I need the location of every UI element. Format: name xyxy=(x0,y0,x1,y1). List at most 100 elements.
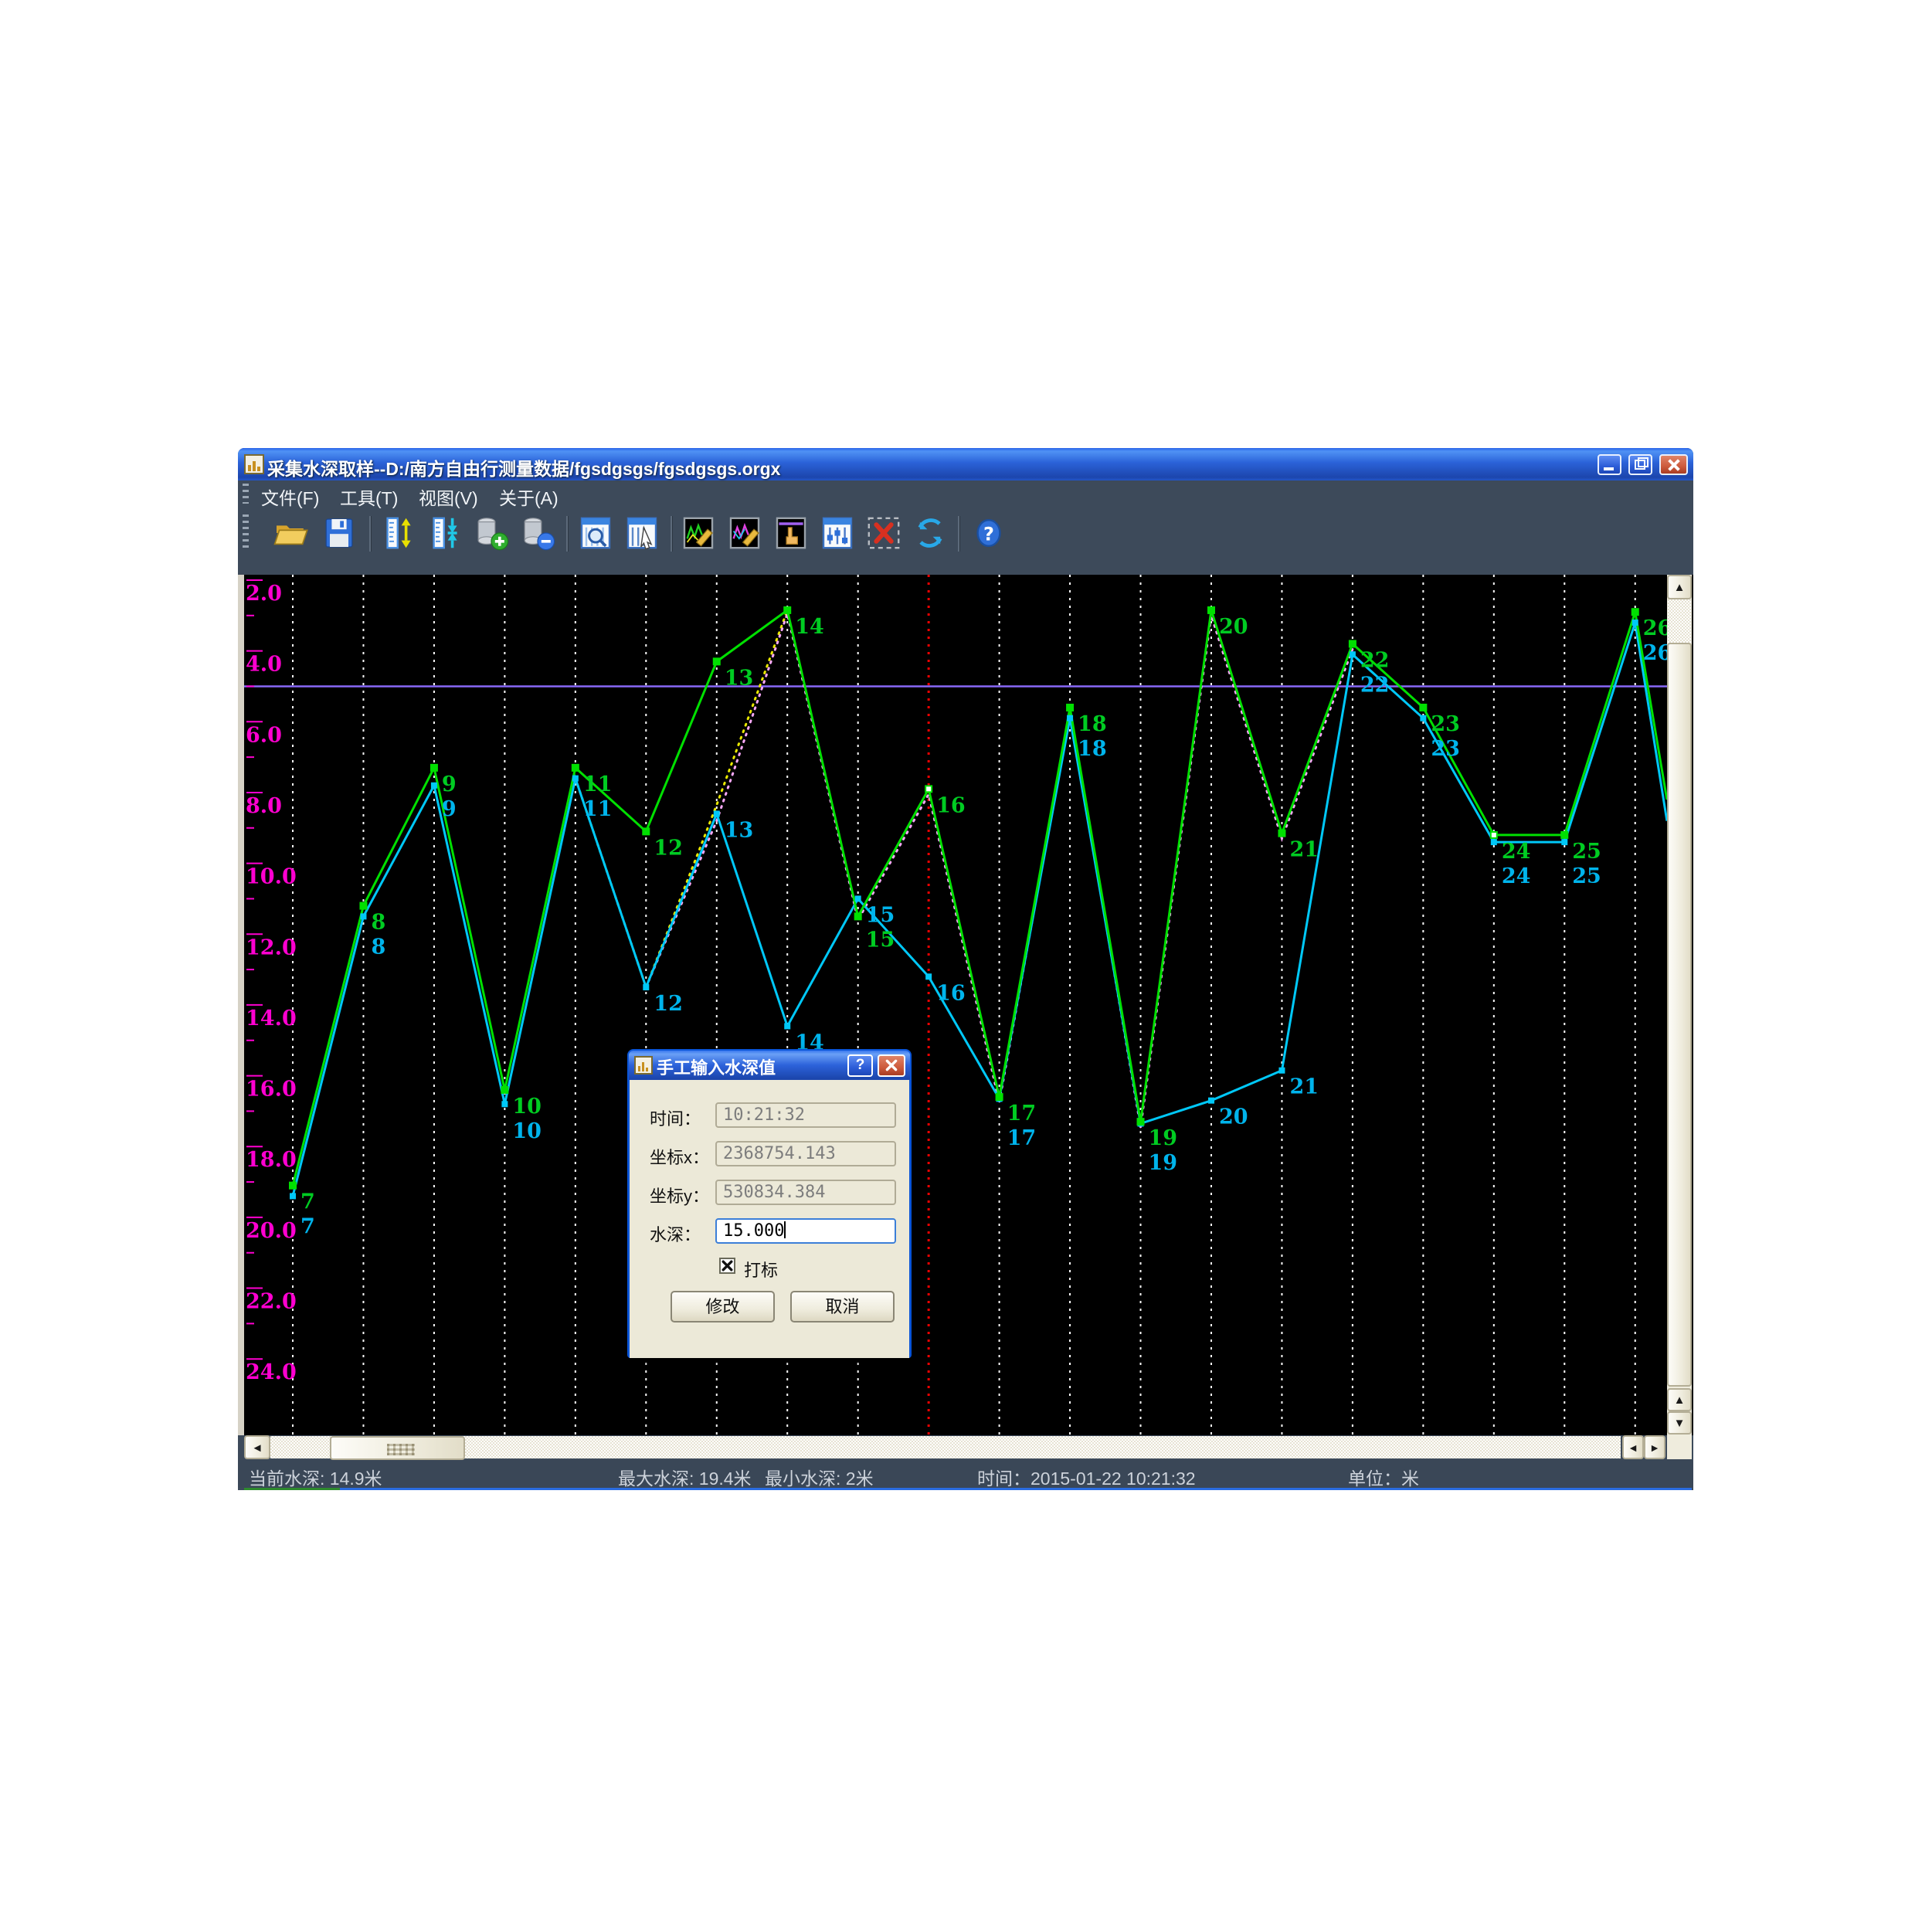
point-label: 10 xyxy=(512,1119,542,1143)
vscroll-thumb[interactable] xyxy=(1667,643,1692,1387)
cyan-point-marker xyxy=(643,984,649,990)
ruler-expand-button[interactable] xyxy=(380,514,417,552)
point-label: 24 xyxy=(1502,840,1531,864)
status-min-depth: 最小水深: 2米 xyxy=(765,1464,874,1490)
status-unit: 单位：米 xyxy=(1348,1464,1419,1490)
scroll-right-button[interactable]: ► xyxy=(1644,1435,1665,1459)
coord-x-field: 2368754.143 xyxy=(715,1141,896,1166)
remove-data-button[interactable] xyxy=(519,514,556,552)
minimize-button[interactable] xyxy=(1598,454,1621,475)
select-view-button[interactable] xyxy=(623,514,660,552)
menu-tools[interactable]: 工具(T) xyxy=(340,484,398,510)
green-point-marker xyxy=(784,607,790,613)
add-data-button[interactable] xyxy=(473,514,510,552)
zoom-view-button[interactable] xyxy=(577,514,614,552)
database-add-icon xyxy=(473,514,510,552)
point-label: 8 xyxy=(371,911,385,935)
open-folder-icon xyxy=(272,514,309,552)
green-point-marker xyxy=(925,786,932,792)
edit-trace-button[interactable] xyxy=(680,514,717,552)
open-file-button[interactable] xyxy=(272,514,309,552)
green-point-marker xyxy=(1138,1119,1144,1125)
menu-file[interactable]: 文件(F) xyxy=(261,484,319,510)
point-label: 17 xyxy=(1007,1126,1037,1150)
dialog-close-button[interactable] xyxy=(878,1054,905,1077)
title-bar[interactable]: 采集水深取样--D:/南方自由行测量数据/fgsdgsgs/fgsdgsgs.o… xyxy=(238,448,1693,480)
edit-trace-alt-button[interactable] xyxy=(726,514,763,552)
vscroll-track[interactable] xyxy=(1668,599,1691,643)
toolbar-gripper[interactable] xyxy=(243,514,249,552)
settings-panel-button[interactable] xyxy=(819,514,856,552)
point-label: 22 xyxy=(1360,673,1390,697)
hscroll-track[interactable] xyxy=(270,1436,1621,1458)
window-title: 采集水深取样--D:/南方自由行测量数据/fgsdgsgs/fgsdgsgs.o… xyxy=(267,454,780,480)
green-point-marker xyxy=(360,903,366,909)
close-icon xyxy=(885,1058,898,1072)
depth-input[interactable]: 15.000 xyxy=(715,1218,896,1244)
refresh-icon xyxy=(912,514,949,552)
hscroll-thumb[interactable] xyxy=(330,1436,465,1460)
scroll-left-button[interactable]: ◄ xyxy=(244,1435,270,1459)
point-label: 19 xyxy=(1149,1151,1178,1175)
mark-checkbox[interactable] xyxy=(719,1258,735,1274)
green-point-marker xyxy=(855,913,861,919)
restore-button[interactable] xyxy=(1628,454,1652,475)
menu-about[interactable]: 关于(A) xyxy=(499,484,559,510)
scroll-up-button-2[interactable]: ▲ xyxy=(1667,1388,1692,1411)
dialog-title-bar[interactable]: 手工输入水深值 ? xyxy=(629,1051,910,1080)
green-point-marker xyxy=(1278,830,1285,837)
green-point-marker xyxy=(290,1183,296,1189)
menu-gripper[interactable] xyxy=(243,484,249,504)
scrollbar-corner xyxy=(1667,1435,1692,1459)
save-button[interactable] xyxy=(321,514,358,552)
mark-checkbox-label: 打标 xyxy=(744,1257,778,1282)
green-point-marker xyxy=(1350,640,1356,647)
scroll-left-button-2[interactable]: ◄ xyxy=(1622,1435,1644,1459)
plot-left-frame xyxy=(238,575,244,1435)
left-arrow-icon: ◄ xyxy=(1628,1441,1638,1454)
point-label: 15 xyxy=(866,903,895,927)
bottom-border-green xyxy=(244,1488,340,1490)
point-label: 8 xyxy=(371,935,385,959)
status-current-depth: 当前水深: 14.9米 xyxy=(249,1464,382,1490)
help-button[interactable]: ? xyxy=(970,514,1007,552)
cyan-point-marker xyxy=(784,1023,790,1029)
point-label: 18 xyxy=(1078,737,1107,761)
hand-pick-icon xyxy=(772,514,810,552)
point-label: 14 xyxy=(795,615,824,639)
left-arrow-icon: ◄ xyxy=(252,1441,263,1455)
horizontal-scrollbar[interactable]: ◄ ◄ ► xyxy=(238,1435,1693,1460)
point-label: 12 xyxy=(654,992,683,1016)
depth-chart[interactable]: 2.04.06.08.010.012.014.016.018.020.022.0… xyxy=(244,575,1667,1435)
point-label: 26 xyxy=(1643,616,1667,640)
y-tick-label: 22.0 xyxy=(246,1290,297,1314)
menu-view[interactable]: 视图(V) xyxy=(419,484,478,510)
modify-button[interactable]: 修改 xyxy=(671,1291,775,1323)
green-point-marker xyxy=(997,1094,1003,1100)
vertical-scrollbar[interactable]: ▲ ▲ ▼ xyxy=(1667,575,1692,1435)
dialog-help-button[interactable]: ? xyxy=(847,1054,873,1077)
close-button[interactable] xyxy=(1659,454,1688,475)
cyan-point-marker xyxy=(1208,1098,1214,1104)
edit-trace-alt-icon xyxy=(726,514,763,552)
text-caret xyxy=(784,1221,786,1238)
pick-point-button[interactable] xyxy=(772,514,810,552)
depth-label: 水深： xyxy=(650,1221,701,1246)
cyan-point-marker xyxy=(360,913,366,919)
scroll-up-button[interactable]: ▲ xyxy=(1667,575,1692,599)
refresh-button[interactable] xyxy=(912,514,949,552)
up-arrow-icon: ▲ xyxy=(1674,581,1686,594)
dialog-icon xyxy=(634,1056,653,1075)
point-label: 17 xyxy=(1007,1102,1037,1126)
coord-y-field: 530834.384 xyxy=(715,1180,896,1205)
ruler-fit-button[interactable] xyxy=(426,514,463,552)
green-depth-line xyxy=(293,610,1667,1186)
delete-mark-button[interactable] xyxy=(865,514,902,552)
y-tick-label: 14.0 xyxy=(246,1007,297,1031)
green-point-marker xyxy=(1067,705,1073,711)
svg-text:?: ? xyxy=(983,524,994,545)
green-point-marker xyxy=(643,828,649,834)
check-x-icon xyxy=(721,1259,734,1272)
cancel-button[interactable]: 取消 xyxy=(790,1291,895,1323)
scroll-down-button[interactable]: ▼ xyxy=(1667,1411,1692,1435)
